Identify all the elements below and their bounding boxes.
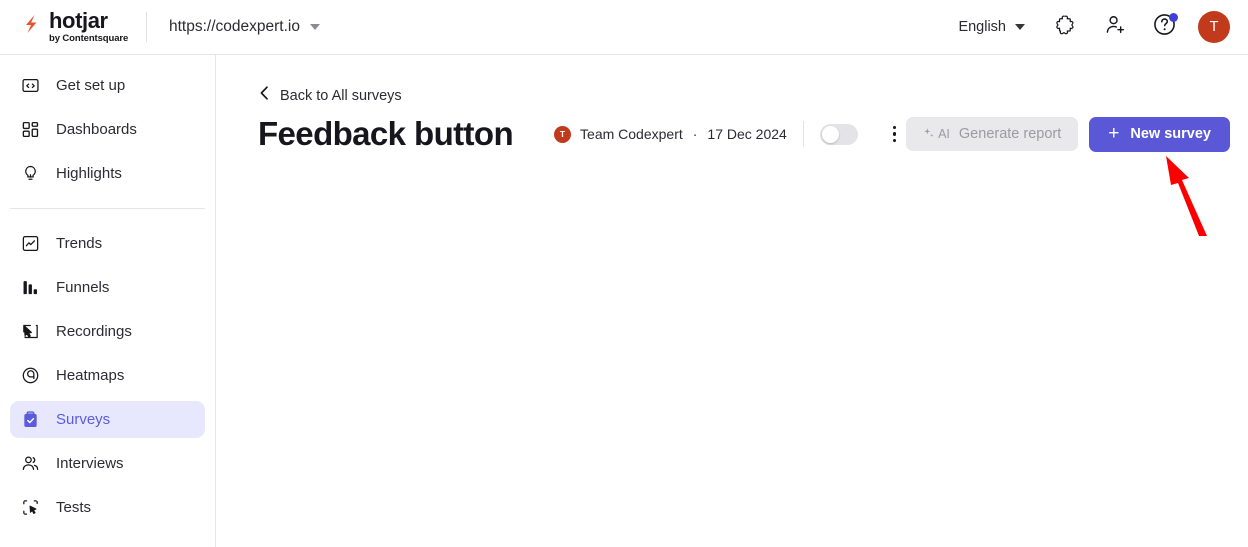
sidebar-item-dashboards[interactable]: Dashboards (10, 111, 205, 148)
app-root: hotjar by Contentsquare https://codexper… (0, 0, 1248, 547)
heatmap-icon (20, 366, 40, 386)
sidebar-item-label: Funnels (56, 279, 110, 296)
site-selector[interactable]: https://codexpert.io (169, 18, 320, 36)
hotjar-flame-icon (22, 14, 42, 36)
sidebar-item-label: Interviews (56, 455, 124, 472)
sidebar-item-surveys[interactable]: Surveys (10, 401, 205, 438)
ai-tag-label: AI (938, 127, 950, 141)
topbar-actions: English T (958, 11, 1248, 43)
help-notification-badge (1169, 13, 1178, 22)
lightbulb-icon (20, 164, 40, 184)
language-label: English (958, 19, 1006, 35)
sidebar-item-label: Get set up (56, 77, 126, 94)
sidebar-item-recordings[interactable]: Recordings (10, 313, 205, 350)
sidebar-item-heatmaps[interactable]: Heatmaps (10, 357, 205, 394)
code-window-icon (20, 76, 40, 96)
main-content: Back to All surveys Feedback button T Te… (217, 55, 1248, 547)
chevron-left-icon (258, 85, 271, 106)
more-vertical-icon (892, 138, 897, 143)
generate-report-button[interactable]: AI Generate report (906, 117, 1079, 151)
sparkle-icon (923, 127, 935, 142)
page-header-row: Feedback button T Team Codexpert · 17 De… (258, 107, 1230, 161)
toggle-knob (821, 125, 839, 143)
meta-divider (802, 121, 804, 147)
sidebar-item-funnels[interactable]: Funnels (10, 269, 205, 306)
funnel-bars-icon (20, 278, 40, 298)
plus-icon: + (1108, 123, 1120, 144)
survey-date-label: 17 Dec 2024 (707, 126, 787, 142)
ai-tag: AI (923, 127, 950, 142)
more-vertical-icon (892, 125, 897, 130)
new-survey-label: New survey (1130, 126, 1211, 142)
select-cursor-icon (20, 498, 40, 518)
sidebar-item-trends[interactable]: Trends (10, 225, 205, 262)
back-link-label: Back to All surveys (280, 87, 402, 104)
header-actions: AI Generate report + New survey (906, 116, 1230, 152)
top-bar: hotjar by Contentsquare https://codexper… (0, 0, 1248, 55)
help-button[interactable] (1149, 12, 1179, 42)
dashboard-grid-icon (20, 120, 40, 140)
sidebar-divider (10, 208, 205, 209)
add-user-icon (1104, 13, 1127, 41)
sidebar-item-label: Recordings (56, 323, 132, 340)
sidebar-item-label: Heatmaps (56, 367, 125, 384)
sidebar-item-label: Dashboards (56, 121, 137, 138)
puzzle-piece-icon (1055, 13, 1078, 41)
more-options-button[interactable] (885, 122, 905, 147)
back-to-all-surveys-link[interactable]: Back to All surveys (258, 85, 402, 106)
new-survey-button[interactable]: + New survey (1089, 116, 1230, 152)
meta-separator: · (692, 126, 698, 142)
logo-subtitle: by Contentsquare (49, 33, 129, 45)
page-title: Feedback button (258, 115, 514, 152)
chevron-down-icon (1015, 24, 1025, 30)
team-name-label: Team Codexpert (580, 126, 683, 142)
recording-cursor-icon (20, 322, 40, 342)
user-avatar[interactable]: T (1198, 11, 1230, 43)
clipboard-check-icon (20, 410, 40, 430)
sidebar-item-label: Tests (56, 499, 92, 516)
language-selector[interactable]: English (958, 19, 1025, 35)
sidebar-item-label: Surveys (56, 411, 111, 428)
survey-meta: T Team Codexpert · 17 Dec 2024 (554, 125, 787, 143)
integrations-button[interactable] (1051, 12, 1081, 42)
sidebar-item-highlights[interactable]: Highlights (10, 155, 205, 192)
team-avatar: T (554, 125, 572, 143)
trend-chart-icon (20, 234, 40, 254)
hotjar-logo[interactable]: hotjar by Contentsquare (0, 0, 146, 54)
sidebar: Get set up Dashboards Highlights Trends … (0, 55, 216, 547)
sidebar-item-label: Trends (56, 235, 103, 252)
survey-status-toggle[interactable] (819, 123, 858, 145)
sidebar-item-label: Highlights (56, 165, 122, 182)
logo-wordmark: hotjar (49, 8, 108, 34)
site-url-label: https://codexpert.io (169, 18, 300, 35)
generate-report-label: Generate report (958, 126, 1062, 142)
more-vertical-icon (892, 132, 897, 136)
topbar-divider (146, 12, 147, 42)
people-icon (20, 454, 40, 474)
chevron-down-icon (309, 24, 320, 30)
sidebar-item-tests[interactable]: Tests (10, 489, 205, 526)
invite-user-button[interactable] (1100, 12, 1130, 42)
sidebar-item-interviews[interactable]: Interviews (10, 445, 205, 482)
sidebar-item-get-set-up[interactable]: Get set up (10, 67, 205, 104)
